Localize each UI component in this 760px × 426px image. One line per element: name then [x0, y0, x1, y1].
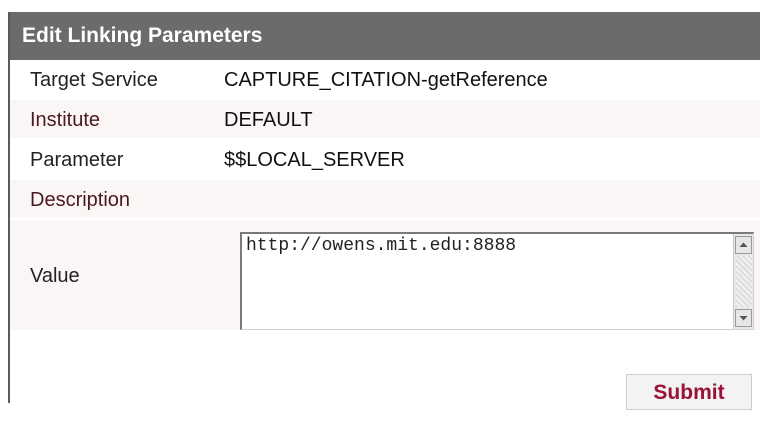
parameter-label: Parameter	[30, 149, 124, 171]
scroll-down-button[interactable]	[735, 309, 752, 327]
parameter-value: $$LOCAL_SERVER	[224, 149, 405, 171]
institute-value: DEFAULT	[224, 109, 313, 131]
textarea-scrollbar[interactable]	[733, 234, 753, 329]
form-footer: Submit	[10, 332, 760, 426]
submit-button[interactable]: Submit	[626, 374, 752, 410]
scroll-up-button[interactable]	[735, 236, 752, 254]
institute-label: Institute	[30, 109, 101, 131]
description-row: Description	[10, 180, 760, 220]
target-service-label: Target Service	[30, 69, 158, 91]
value-textarea-text[interactable]: http://owens.mit.edu:8888	[246, 236, 516, 256]
scroll-track[interactable]	[736, 256, 752, 307]
target-service-row: Target Service CAPTURE_CITATION-getRefer…	[10, 60, 760, 100]
chevron-up-icon	[739, 242, 748, 247]
edit-linking-parameters-panel: Edit Linking Parameters Target Service C…	[8, 12, 760, 426]
institute-row: Institute DEFAULT	[10, 100, 760, 140]
parameter-row: Parameter $$LOCAL_SERVER	[10, 140, 760, 180]
description-label: Description	[30, 189, 131, 211]
panel-title: Edit Linking Parameters	[10, 12, 760, 60]
value-label: Value	[30, 265, 80, 287]
target-service-value: CAPTURE_CITATION-getReference	[224, 69, 548, 91]
value-row: Value http://owens.mit.edu:8888	[10, 220, 760, 332]
chevron-down-icon	[739, 316, 748, 321]
value-textarea[interactable]: http://owens.mit.edu:8888	[240, 232, 754, 330]
